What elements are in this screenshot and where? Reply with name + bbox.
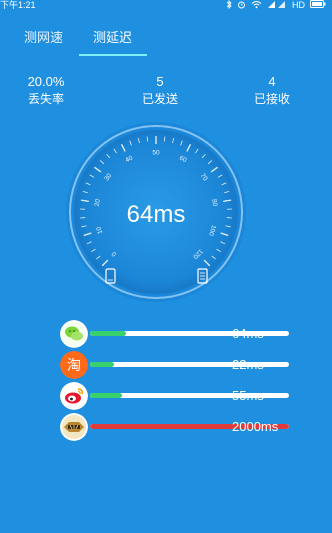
alarm-icon — [237, 0, 246, 11]
latency-value: 2000ms — [232, 419, 279, 434]
latency-value: 22ms — [232, 357, 264, 372]
signal-icon — [267, 0, 287, 11]
latency-row-wechat: 64ms — [60, 320, 332, 348]
stat-loss-value: 20.0% — [27, 74, 65, 89]
latency-bar-fill — [90, 393, 122, 398]
stat-loss-rate: 20.0% 丢失率 — [6, 74, 86, 108]
taobao-icon: 淘 — [60, 351, 88, 379]
status-icons: HD — [226, 0, 326, 10]
status-bar: 下午1:21 HD — [0, 0, 332, 12]
gauge-scale-label: 50 — [152, 150, 160, 157]
stat-sent-value: 5 — [156, 74, 164, 89]
latency-value: 55ms — [232, 388, 264, 403]
stat-loss-label: 丢失率 — [27, 92, 64, 106]
latency-row-weibo: 55ms — [60, 382, 332, 410]
bluetooth-icon — [226, 0, 232, 11]
wifi-icon — [251, 0, 262, 11]
stat-received-value: 4 — [268, 74, 276, 89]
svg-text:淘: 淘 — [67, 358, 81, 374]
stat-sent-label: 已发送 — [141, 92, 178, 106]
gauge-scale-label: 80 — [210, 199, 218, 208]
gauge-reading: 64ms — [127, 201, 186, 228]
tab-active-indicator — [79, 54, 147, 56]
stat-received-label: 已接收 — [253, 92, 290, 106]
tab-speed-test[interactable]: 测网速 — [24, 26, 63, 50]
stat-received: 4 已接收 — [232, 74, 312, 108]
tab-bar: 测网速 测延迟 — [0, 26, 332, 56]
wechat-icon — [60, 320, 88, 348]
tab-latency-test[interactable]: 测延迟 — [93, 26, 132, 50]
latency-gauge: 0 10 20 30 40 50 60 70 80 100 120 64ms — [64, 120, 248, 304]
latency-bar-fill — [90, 362, 114, 367]
battery-icon — [310, 0, 326, 10]
latency-bar-fill — [90, 331, 126, 336]
latency-row-game: 2000ms — [60, 413, 332, 441]
status-time: 下午1:21 — [0, 0, 36, 10]
game-icon — [60, 413, 88, 441]
latency-row-taobao: 淘 22ms — [60, 351, 332, 379]
network-type: HD — [292, 0, 305, 10]
latency-value: 64ms — [232, 326, 264, 341]
stat-sent: 5 已发送 — [120, 74, 200, 108]
gauge-scale-label: 20 — [94, 198, 102, 207]
gauge-dial: 01020304050607080100120 64ms — [66, 122, 246, 302]
weibo-icon — [60, 382, 88, 410]
